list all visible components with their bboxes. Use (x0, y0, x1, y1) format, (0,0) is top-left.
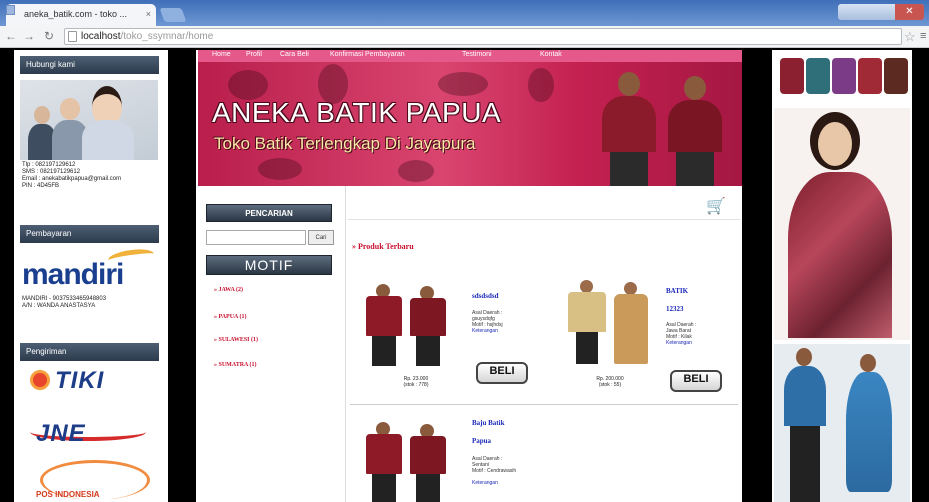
motif-link-jawa[interactable]: » JAWA (2) (214, 287, 243, 293)
product-stock-1: (stok : 778) (403, 382, 429, 388)
contact-pin: PIN : 4D45FB (22, 183, 60, 189)
product-detail-link-3[interactable]: Keterangan (472, 480, 516, 486)
browser-menu-icon[interactable]: ≡ (920, 30, 926, 42)
thumb-shirt-5[interactable] (884, 58, 908, 94)
product-image-1[interactable] (364, 282, 460, 368)
product-image-2[interactable] (566, 278, 656, 368)
contact-email: Email : anekabatikpapua@gmail.com (22, 176, 122, 182)
product-image-3[interactable] (364, 420, 460, 502)
reload-icon[interactable]: ↻ (42, 29, 56, 43)
thumb-shirt-3[interactable] (832, 58, 856, 94)
browser-tab[interactable]: aneka_batik.com - toko ... × (6, 4, 156, 26)
bank-account: MANDIRI - 9037533465948803 (22, 296, 107, 302)
menu-kontak[interactable]: Kontak (540, 51, 562, 58)
address-bar[interactable]: localhost/toko_ssymnar/home (64, 28, 902, 45)
product-divider (350, 404, 738, 405)
motif-heading: MOTIF (206, 255, 332, 275)
product-name-3[interactable]: Baju Batik Papua (472, 414, 522, 450)
tab-title: aneka_batik.com - toko ... (24, 9, 128, 19)
page-favicon-icon (6, 5, 15, 15)
menu-cara-beli[interactable]: Cara Beli (280, 51, 309, 58)
motif-link-sumatra[interactable]: » SUMATRA (1) (214, 362, 257, 368)
thumb-shirt-2[interactable] (806, 58, 830, 94)
menu-konfirmasi[interactable]: Konfirmasi Pembayaran (330, 51, 405, 58)
shipping-box-title: Pengiriman (20, 343, 159, 361)
search-heading: PENCARIAN (206, 204, 332, 222)
model-photo-1 (774, 108, 910, 340)
new-tab-button[interactable] (159, 8, 187, 22)
site-tagline: Toko Batik Terlengkap Di Jayapura (214, 134, 476, 153)
bank-account-name: A/N : WANDA ANASTASYA (22, 303, 96, 309)
thumb-shirt-4[interactable] (858, 58, 882, 94)
tiki-globe-icon (30, 370, 50, 390)
cart-bar (348, 186, 740, 220)
search-button[interactable]: Cari (308, 230, 334, 245)
buy-button-1[interactable]: BELI (476, 362, 528, 384)
contact-box-title: Hubungi kami (20, 56, 159, 74)
search-input[interactable] (206, 230, 306, 245)
site-title: ANEKA BATIK PAPUA (212, 97, 502, 128)
page-info-icon[interactable] (68, 31, 77, 42)
url-path: /toko_ssymnar/home (120, 31, 214, 42)
product-name-2[interactable]: BATIK 12323 (666, 282, 706, 318)
motif-link-sulawesi[interactable]: » SULAWESI (1) (214, 337, 258, 343)
thumb-shirt-1[interactable] (780, 58, 804, 94)
contact-phone: Tlp : 082197129612 (22, 162, 76, 168)
back-arrow-icon[interactable]: ← (4, 29, 18, 43)
jne-logo: JNE (36, 420, 86, 447)
buy-button-2[interactable]: BELI (670, 370, 722, 392)
product-detail-link-2[interactable]: Keterangan (666, 340, 696, 346)
bookmark-star-icon[interactable]: ☆ (904, 29, 916, 45)
motif-link-papua[interactable]: » PAPUA (1) (214, 314, 247, 320)
customer-service-photo (20, 80, 158, 160)
products-heading: » Produk Terbaru (352, 242, 414, 251)
pos-logo: POS INDONESIA (36, 490, 100, 499)
product-detail-link-1[interactable]: Keterangan (472, 328, 503, 334)
tab-close-icon[interactable]: × (146, 9, 151, 19)
window-close-icon[interactable]: ✕ (895, 4, 924, 20)
menu-home[interactable]: Home (212, 51, 231, 58)
menu-testimoni[interactable]: Testimoni (462, 51, 492, 58)
tiki-logo: TIKI (55, 367, 105, 394)
contact-sms: SMS : 082197129612 (22, 169, 81, 175)
payment-box-title: Pembayaran (20, 225, 159, 243)
forward-arrow-icon[interactable]: → (22, 29, 36, 43)
url-host: localhost (81, 31, 121, 42)
mandiri-logo: mandiri (22, 258, 124, 291)
product-motif-3: Motif : Cendrawasih (472, 468, 517, 474)
product-name-1[interactable]: sdsdsdsd (472, 292, 498, 300)
menu-profil[interactable]: Profil (246, 51, 262, 58)
model-photo-2 (774, 344, 910, 502)
shopping-cart-icon[interactable]: 🛒 (706, 196, 726, 216)
product-stock-2: (stok : 55) (598, 382, 622, 388)
